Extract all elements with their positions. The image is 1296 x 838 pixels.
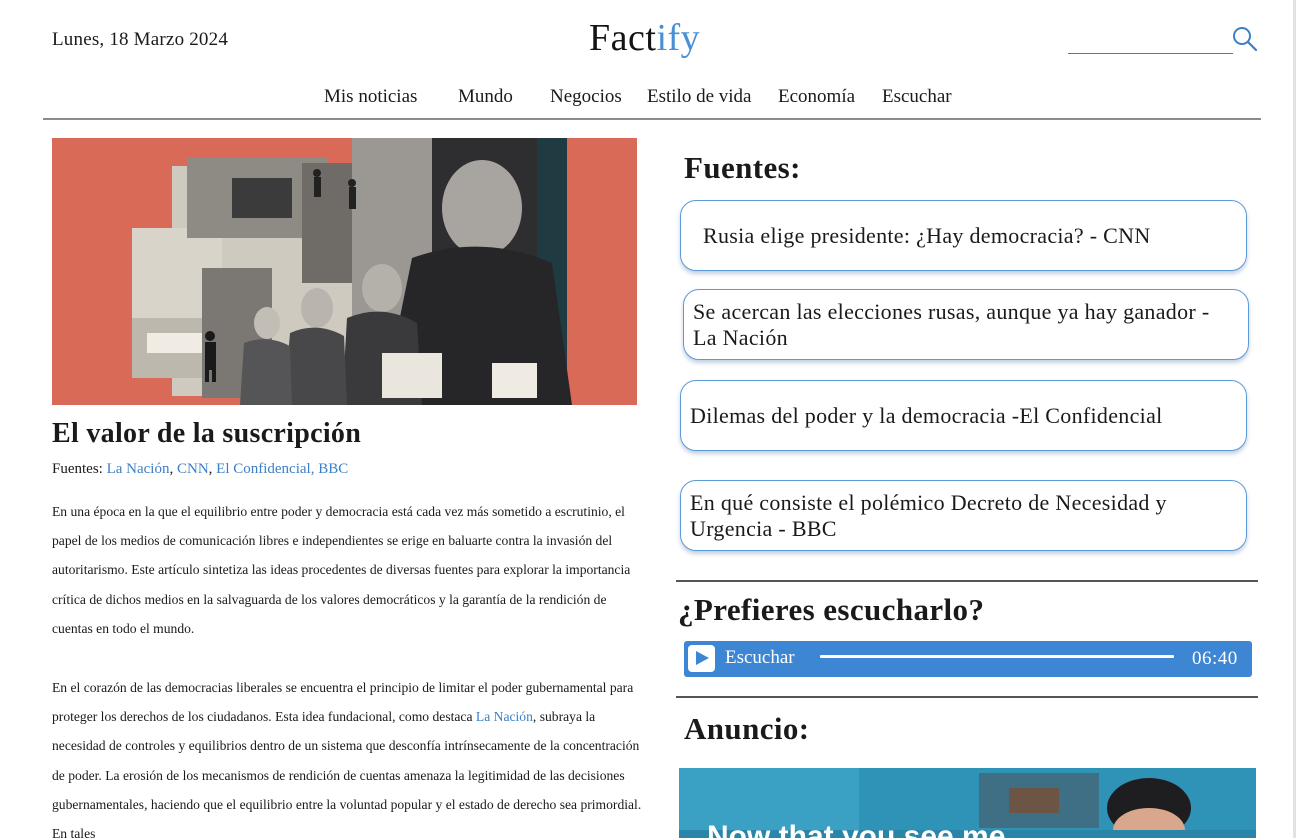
inline-link-la-nacion[interactable]: La Nación: [476, 709, 533, 724]
section-divider: [676, 696, 1258, 698]
logo-main: Fact: [589, 17, 657, 59]
nav-item-estilo-de-vida[interactable]: Estilo de vida: [647, 86, 751, 108]
source-card-title: Rusia elige presidente: ¿Hay democracia?…: [703, 222, 1151, 248]
article-sources: Fuentes: La Nación, CNN, El Confidencial…: [52, 461, 349, 477]
play-icon[interactable]: [688, 645, 715, 672]
article-hero-image: [52, 138, 637, 405]
source-link-el-confidencial[interactable]: El Confidencial: [216, 461, 311, 477]
advertisement-banner[interactable]: Now that you see me: [679, 768, 1256, 838]
nav-item-mis-noticias[interactable]: Mis noticias: [324, 86, 417, 108]
search-icon[interactable]: [1232, 26, 1258, 52]
source-card-bbc[interactable]: En qué consiste el polémico Decreto de N…: [680, 480, 1247, 551]
audio-progress-fill: [820, 655, 1174, 658]
player-label: Escuchar: [725, 647, 795, 668]
source-card-title: Se acercan las elecciones rusas, aunque …: [693, 298, 1210, 350]
current-date: Lunes, 18 Marzo 2024: [52, 29, 229, 50]
paragraph-2-text-b: , subraya la necesidad de controles y eq…: [52, 709, 642, 838]
nav-item-negocios[interactable]: Negocios: [550, 86, 622, 108]
source-card-title: En qué consiste el polémico Decreto de N…: [690, 489, 1167, 541]
article-title: El valor de la suscripción: [52, 418, 362, 449]
search-box: [1068, 24, 1260, 56]
source-link-bbc[interactable]: BBC: [318, 461, 348, 477]
nav-divider: [43, 118, 1261, 120]
article-paragraph-1: En una época en la que el equilibrio ent…: [52, 504, 631, 636]
nav-item-economia[interactable]: Economía: [778, 86, 855, 108]
sources-heading: Fuentes:: [684, 150, 801, 185]
audio-player: Escuchar 06:40: [684, 641, 1252, 677]
section-divider: [676, 580, 1258, 582]
source-card-el-confidencial[interactable]: Dilemas del poder y la democracia -El Co…: [680, 380, 1247, 451]
article-paragraph-2: En el corazón de las democracias liberal…: [52, 673, 642, 838]
main-nav: Mis noticias Mundo Negocios Estilo de vi…: [0, 86, 1296, 114]
nav-item-escuchar[interactable]: Escuchar: [882, 86, 952, 108]
source-link-cnn[interactable]: CNN: [177, 461, 209, 477]
search-input[interactable]: [1068, 24, 1233, 54]
source-card-la-nacion[interactable]: Se acercan las elecciones rusas, aunque …: [683, 289, 1249, 360]
audio-progress-bar[interactable]: [820, 655, 1174, 658]
site-logo[interactable]: Factify: [589, 16, 700, 60]
logo-accent: ify: [656, 17, 701, 59]
ad-heading: Anuncio:: [684, 711, 810, 746]
sources-label: Fuentes:: [52, 461, 103, 477]
listen-heading: ¿Prefieres escucharlo?: [678, 592, 985, 627]
nav-item-mundo[interactable]: Mundo: [458, 86, 513, 108]
source-link-la-nacion[interactable]: La Nación: [107, 461, 170, 477]
source-card-title: Dilemas del poder y la democracia -El Co…: [690, 402, 1163, 428]
audio-duration: 06:40: [1192, 648, 1238, 669]
ad-text: Now that you see me: [707, 820, 1006, 838]
source-card-cnn[interactable]: Rusia elige presidente: ¿Hay democracia?…: [680, 200, 1247, 271]
